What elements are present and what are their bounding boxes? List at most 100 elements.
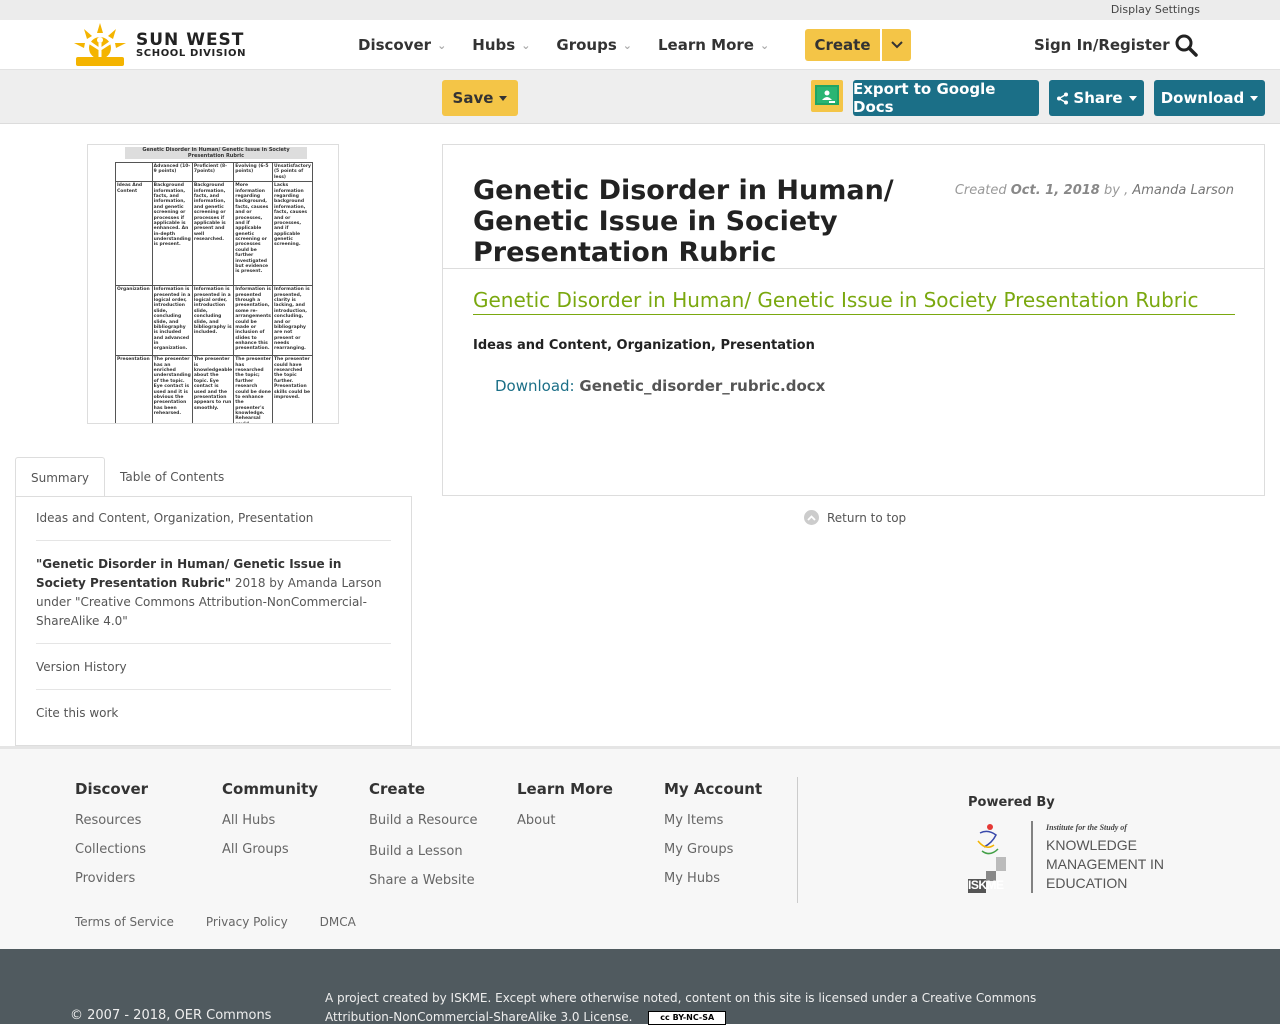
nav-discover[interactable]: Discover ⌄ xyxy=(358,36,446,54)
nav-hubs-label: Hubs xyxy=(472,36,516,54)
dmca-link[interactable]: DMCA xyxy=(320,915,356,929)
resource-header: Genetic Disorder in Human/ Genetic Issue… xyxy=(443,145,1264,269)
create-button[interactable]: Create xyxy=(805,29,880,61)
download-line: Download: Genetic_disorder_rubric.docx xyxy=(495,377,825,395)
caret-down-icon xyxy=(1250,95,1259,101)
thumb-cell: Lacks information regarding background i… xyxy=(271,181,314,287)
iskme-line-education: EDUCATION xyxy=(1046,875,1128,891)
footer-heading: Community xyxy=(222,780,319,798)
thumb-cell: Information is presented in a logical or… xyxy=(151,285,193,357)
chevron-down-icon: ⌄ xyxy=(759,38,770,52)
tab-summary[interactable]: Summary xyxy=(15,457,105,497)
chevron-down-icon: ⌄ xyxy=(521,38,531,52)
privacy-policy-link[interactable]: Privacy Policy xyxy=(206,915,288,929)
main-navbar: SUN WEST SCHOOL DIVISION Discover ⌄ Hubs ⌄… xyxy=(0,20,1280,70)
footer-col-my-account: My Account My Items My Groups My Hubs xyxy=(664,780,762,899)
footer-heading: Discover xyxy=(75,780,149,798)
resource-title-link[interactable]: Genetic Disorder in Human/ Genetic Issue… xyxy=(473,288,1235,315)
return-to-top-label: Return to top xyxy=(827,510,907,525)
site-footer: Discover Resources Collections Providers… xyxy=(0,746,1280,949)
cite-work-link[interactable]: Cite this work xyxy=(36,690,391,735)
thumb-header-cell: Advanced (10-9 points) xyxy=(151,161,193,183)
created-info: Created Oct. 1, 2018 by , Amanda Larson xyxy=(955,183,1234,198)
sign-in-register-link[interactable]: Sign In/Register xyxy=(1034,36,1170,54)
nav-learn-more-label: Learn More xyxy=(658,36,754,54)
brand-logo[interactable]: SUN WEST SCHOOL DIVISION xyxy=(70,20,246,70)
create-dropdown-toggle[interactable] xyxy=(882,29,911,61)
save-label: Save xyxy=(452,89,494,107)
footer-link-providers[interactable]: Providers xyxy=(75,870,148,887)
footer-link-all-hubs[interactable]: All Hubs xyxy=(222,812,318,829)
footer-heading: Learn More xyxy=(517,780,613,798)
footer-link-all-groups[interactable]: All Groups xyxy=(222,841,318,858)
thumb-header-cell: Proficient (8-7points) xyxy=(191,161,235,183)
export-google-docs-button[interactable]: Export to Google Docs xyxy=(853,80,1039,116)
footer-legal-links: Terms of Service Privacy Policy DMCA xyxy=(75,915,388,929)
display-settings-link[interactable]: Display Settings xyxy=(1111,3,1200,16)
created-date: Oct. 1, 2018 xyxy=(1010,183,1100,198)
footer-heading: My Account xyxy=(664,780,763,798)
resource-keywords: Ideas and Content, Organization, Present… xyxy=(473,338,815,353)
footer-link-my-hubs[interactable]: My Hubs xyxy=(664,870,762,887)
thumb-cell: Information is presented, clarity is lac… xyxy=(271,285,314,357)
thumb-header-cell: Unsatisfactory (5 points of less) xyxy=(271,161,314,183)
cc-license-badge[interactable]: cc BY-NC-SA xyxy=(648,1010,727,1025)
resource-toolbar: Save Export to Google Docs Share Downloa… xyxy=(0,70,1280,124)
nav-groups-label: Groups xyxy=(556,36,617,54)
footer-link-about[interactable]: About xyxy=(517,812,613,829)
download-filename[interactable]: Genetic_disorder_rubric.docx xyxy=(579,377,825,395)
copyright-text: © 2007 - 2018, OER Commons xyxy=(70,1008,272,1023)
powered-by-label: Powered By xyxy=(968,795,1055,810)
version-history-link[interactable]: Version History xyxy=(36,644,391,690)
footer-col-community: Community All Hubs All Groups xyxy=(222,780,318,870)
footer-link-build-lesson[interactable]: Build a Lesson xyxy=(369,843,477,860)
summary-panel: Ideas and Content, Organization, Present… xyxy=(15,496,412,746)
thumb-cell: The presenter has an enriched understand… xyxy=(151,355,193,423)
footer-link-my-items[interactable]: My Items xyxy=(664,812,762,829)
nav-learn-more[interactable]: Learn More ⌄ xyxy=(658,36,769,54)
thumb-cell: The presenter is knowledgeable about the… xyxy=(191,355,235,423)
footer-link-resources[interactable]: Resources xyxy=(75,812,148,829)
footer-col-create: Create Build a Resource Build a Lesson S… xyxy=(369,780,477,901)
footer-heading: Create xyxy=(369,780,426,798)
by-label: by , xyxy=(1104,183,1129,198)
license-text: A project created by ISKME. Except where… xyxy=(325,989,1065,1027)
iskme-logo[interactable]: ISKME Institute for the Study of KNOWLED… xyxy=(968,821,1178,897)
return-to-top-link[interactable]: Return to top xyxy=(804,510,906,525)
thumb-cell: Background information, facts, and infor… xyxy=(191,181,235,287)
save-button[interactable]: Save xyxy=(442,80,518,116)
chevron-down-icon: ⌄ xyxy=(622,38,632,52)
thumb-cell: The presenter has researched the topic; … xyxy=(233,355,273,423)
author-link[interactable]: Amanda Larson xyxy=(1132,183,1234,198)
document-thumbnail[interactable]: Genetic Disorder in Human/ Genetic Issue… xyxy=(87,144,339,424)
download-label[interactable]: Download: xyxy=(495,377,575,395)
iskme-abbr: ISKME xyxy=(968,878,1004,892)
nav-groups[interactable]: Groups ⌄ xyxy=(556,36,632,54)
nav-hubs[interactable]: Hubs ⌄ xyxy=(472,36,530,54)
share-icon xyxy=(1057,92,1069,104)
footer-link-my-groups[interactable]: My Groups xyxy=(664,841,762,858)
nav-discover-label: Discover xyxy=(358,36,432,54)
terms-of-service-link[interactable]: Terms of Service xyxy=(75,915,174,929)
thumbnail-rubric-table: Advanced (10-9 points) Proficient (8-7po… xyxy=(115,161,314,423)
tab-table-of-contents[interactable]: Table of Contents xyxy=(105,457,239,497)
thumb-cell: More information regarding background, f… xyxy=(233,181,273,287)
thumb-cell: Organization xyxy=(115,285,153,357)
share-button[interactable]: Share xyxy=(1049,80,1144,116)
download-button[interactable]: Download xyxy=(1154,80,1265,116)
footer-col-discover: Discover Resources Collections Providers xyxy=(75,780,148,899)
search-icon[interactable] xyxy=(1174,33,1198,57)
footer-link-build-resource[interactable]: Build a Resource xyxy=(369,812,477,829)
footer-link-share-website[interactable]: Share a Website xyxy=(369,872,477,889)
footer-link-collections[interactable]: Collections xyxy=(75,841,148,858)
brand-subtitle: SCHOOL DIVISION xyxy=(136,47,247,59)
share-label: Share xyxy=(1073,89,1123,107)
summary-keywords: Ideas and Content, Organization, Present… xyxy=(36,497,391,541)
caret-down-icon xyxy=(1128,95,1137,101)
thumb-cell: Information is presented in a logical or… xyxy=(191,285,235,357)
google-classroom-icon[interactable] xyxy=(811,80,843,112)
download-label: Download xyxy=(1160,89,1245,107)
chevron-down-icon xyxy=(890,41,903,49)
sun-logo-icon xyxy=(74,23,126,66)
thumb-header-cell: Evolving (6-5 points) xyxy=(233,161,273,183)
